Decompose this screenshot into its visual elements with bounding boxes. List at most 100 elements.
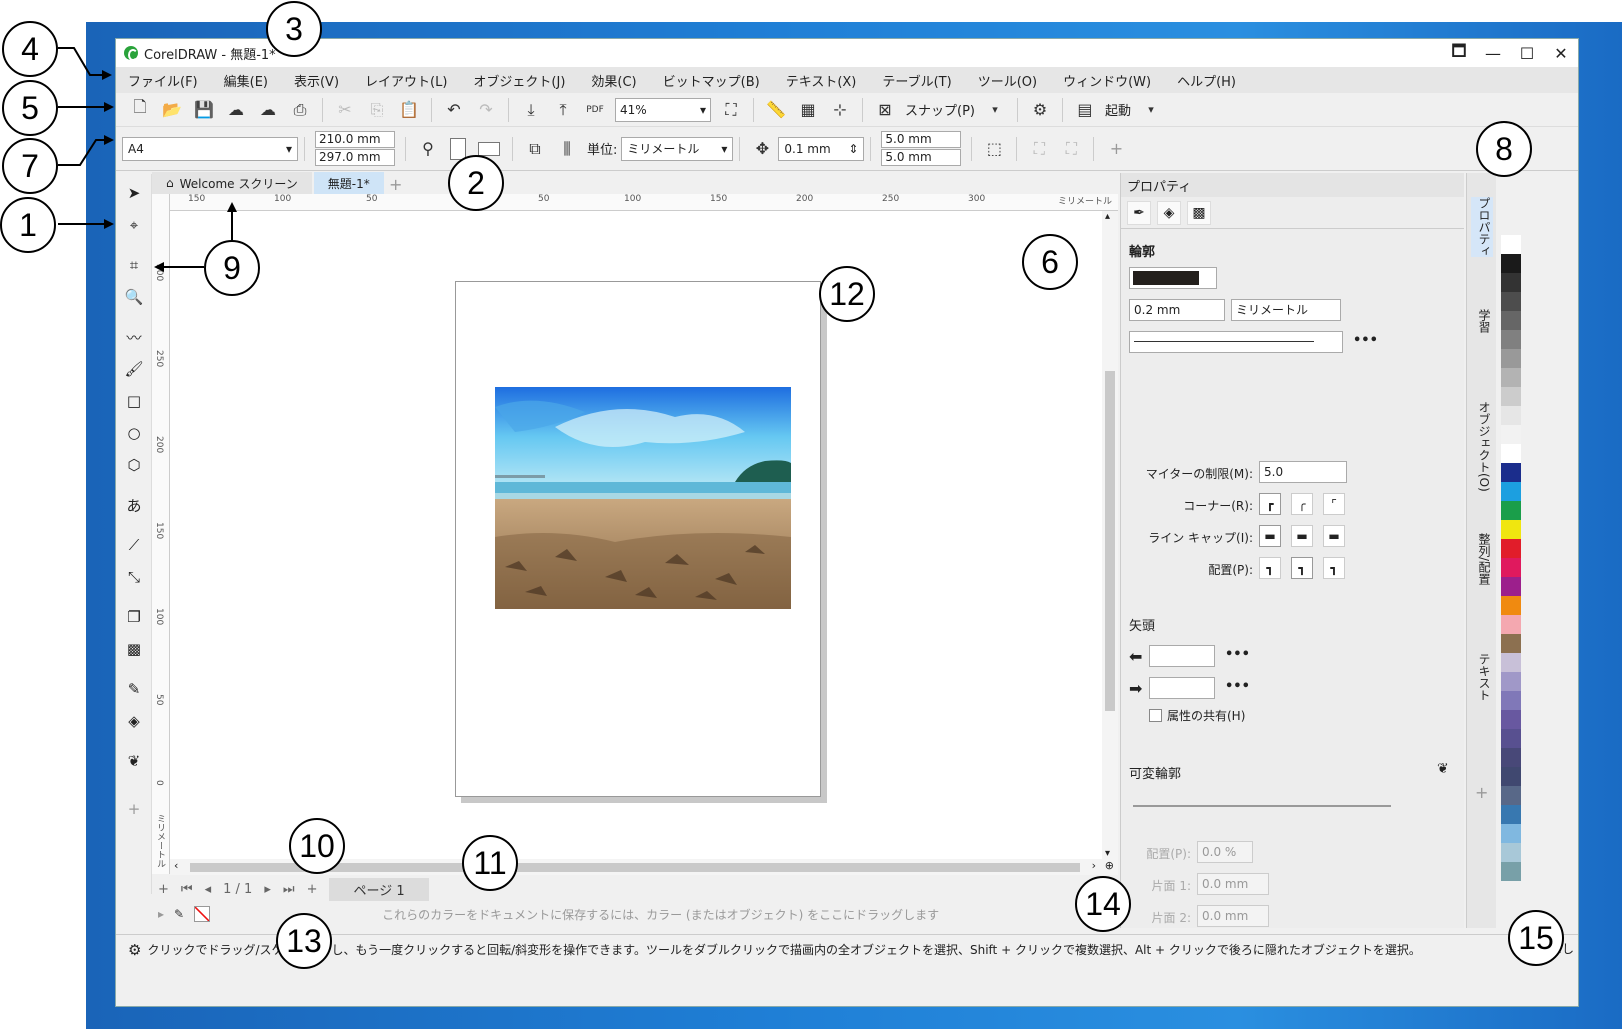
outline-width-field[interactable]: 0.2 mm <box>1129 299 1225 321</box>
launch-button[interactable]: 起動 <box>1105 100 1131 119</box>
show-rulers-icon[interactable]: 📏 <box>765 99 787 121</box>
scroll-right-icon[interactable]: › <box>1092 859 1096 872</box>
color-swatch[interactable] <box>1501 539 1521 558</box>
color-swatch[interactable] <box>1501 425 1521 444</box>
variable-outline-slider[interactable] <box>1133 805 1391 807</box>
menu-table[interactable]: テーブル(T) <box>882 71 951 90</box>
text-tool-icon[interactable]: あ <box>123 494 145 516</box>
side2-field[interactable]: 0.0 mm <box>1197 905 1269 927</box>
menu-effects[interactable]: 効果(C) <box>591 71 636 90</box>
all-pages-icon[interactable]: ⧉ <box>524 138 546 160</box>
transparency-icon[interactable]: ▩ <box>1187 200 1211 225</box>
menu-edit[interactable]: 編集(E) <box>224 71 268 90</box>
current-page-size-icon[interactable]: ⚲ <box>417 138 439 160</box>
side1-field[interactable]: 0.0 mm <box>1197 873 1269 895</box>
restore-icon[interactable]: 🗖 <box>1442 40 1476 67</box>
transparency-tool-icon[interactable]: ▩ <box>123 638 145 660</box>
edit-anchor-icon[interactable]: ⛶ <box>1028 138 1050 160</box>
position-inside-button[interactable]: ┓ <box>1323 557 1345 579</box>
miter-limit-field[interactable]: 5.0 <box>1259 461 1347 483</box>
new-tab-icon[interactable]: + <box>386 175 406 194</box>
maximize-button[interactable]: ☐ <box>1510 44 1544 63</box>
cut-icon[interactable]: ✂ <box>334 99 356 121</box>
color-swatch[interactable] <box>1501 805 1521 824</box>
more-options-icon[interactable]: ••• <box>1225 679 1250 694</box>
position-center-button[interactable]: ┓ <box>1291 557 1313 579</box>
drawing-page[interactable] <box>455 281 821 797</box>
outline-color-picker[interactable] <box>1129 267 1217 289</box>
vtab-learn[interactable]: 学習 <box>1471 309 1493 333</box>
paste-icon[interactable]: 📋 <box>398 99 420 121</box>
connector-tool-icon[interactable]: ⤡ <box>123 566 145 588</box>
menu-file[interactable]: ファイル(F) <box>128 71 198 90</box>
polygon-tool-icon[interactable]: ⬡ <box>123 454 145 476</box>
outline-units-dropdown[interactable]: ミリメートル <box>1231 299 1341 321</box>
color-swatch[interactable] <box>1501 596 1521 615</box>
menu-bitmap[interactable]: ビットマップ(B) <box>663 71 760 90</box>
artistic-media-tool-icon[interactable]: 🖌 <box>123 358 145 380</box>
export-icon[interactable]: ⤒ <box>552 99 574 121</box>
var-position-field[interactable]: 0.0 % <box>1197 841 1253 863</box>
color-swatch[interactable] <box>1501 653 1521 672</box>
ellipse-tool-icon[interactable]: ○ <box>123 422 145 444</box>
chevron-down-icon[interactable]: ▾ <box>984 99 1006 121</box>
freehand-tool-icon[interactable]: 〰 <box>123 326 145 348</box>
portrait-orientation-button[interactable] <box>450 137 466 160</box>
vertical-scrollbar[interactable]: ▴ ▾ <box>1102 211 1118 859</box>
page-size-dropdown[interactable]: A4 ▾ <box>122 136 298 161</box>
color-swatch[interactable] <box>1501 767 1521 786</box>
color-swatch[interactable] <box>1501 349 1521 368</box>
horizontal-ruler[interactable]: 150 100 50 50 100 150 200 250 300 ミリメートル <box>170 194 1118 211</box>
add-docker-icon[interactable]: + <box>1475 783 1488 802</box>
page-width-field[interactable]: 210.0 mm <box>315 131 395 148</box>
undo-icon[interactable]: ↶ <box>443 99 465 121</box>
color-swatch[interactable] <box>1501 387 1521 406</box>
tab-welcome-screen[interactable]: ⌂ Welcome スクリーン <box>152 172 312 194</box>
color-swatch[interactable] <box>1501 273 1521 292</box>
color-swatch[interactable] <box>1501 577 1521 596</box>
smart-fill-tool-icon[interactable]: ❦ <box>123 750 145 772</box>
menu-object[interactable]: オブジェクト(J) <box>473 71 565 90</box>
new-document-icon[interactable]: 🗋 <box>129 97 151 121</box>
launch-icon[interactable]: ▤ <box>1074 99 1096 121</box>
color-swatch[interactable] <box>1501 615 1521 634</box>
tab-untitled-document[interactable]: 無題-1* <box>313 172 384 194</box>
menu-tools[interactable]: ツール(O) <box>978 71 1037 90</box>
landscape-orientation-button[interactable] <box>478 141 500 156</box>
color-swatch[interactable] <box>1501 862 1521 881</box>
share-attributes-checkbox[interactable] <box>1149 709 1162 722</box>
color-swatch[interactable] <box>1501 710 1521 729</box>
cloud-upload-icon[interactable]: ☁ <box>257 99 279 121</box>
full-screen-preview-icon[interactable]: ⛶ <box>720 99 742 121</box>
crop-tool-icon[interactable]: ⌗ <box>123 254 145 276</box>
color-swatch[interactable] <box>1501 786 1521 805</box>
print-icon[interactable]: ⎙ <box>289 99 311 121</box>
color-swatch[interactable] <box>1501 311 1521 330</box>
snap-off-icon[interactable]: ⊠ <box>874 99 896 121</box>
open-icon[interactable]: 📂 <box>161 99 183 121</box>
vertical-ruler[interactable]: 300 250 200 150 100 50 0 ミリメートル <box>152 194 170 874</box>
close-button[interactable]: ✕ <box>1544 44 1578 63</box>
pick-tool-icon[interactable]: ➤ <box>123 182 145 204</box>
beach-photo[interactable] <box>495 387 791 609</box>
next-page-icon[interactable]: ▸ <box>264 882 271 897</box>
rectangle-tool-icon[interactable]: □ <box>123 390 145 412</box>
scroll-up-icon[interactable]: ▴ <box>1105 211 1110 222</box>
duplicate-x-field[interactable]: 5.0 mm <box>881 131 962 148</box>
page-height-field[interactable]: 297.0 mm <box>315 149 395 166</box>
options-gear-icon[interactable]: ⚙ <box>1029 99 1051 121</box>
add-icon[interactable]: + <box>1105 138 1127 160</box>
color-swatch[interactable] <box>1501 330 1521 349</box>
color-eyedropper-tool-icon[interactable]: ✎ <box>123 678 145 700</box>
zoom-level-dropdown[interactable]: 41% ▾ <box>615 97 711 122</box>
vtab-align-distribute[interactable]: 整列/配置 <box>1471 533 1493 585</box>
units-dropdown[interactable]: ミリメートル ▾ <box>621 136 734 161</box>
menu-help[interactable]: ヘルプ(H) <box>1177 71 1236 90</box>
interactive-fill-tool-icon[interactable]: ◈ <box>123 710 145 732</box>
publish-pdf-icon[interactable]: PDF <box>584 99 606 121</box>
redo-icon[interactable]: ↷ <box>475 99 497 121</box>
add-page-before-icon[interactable]: + <box>158 882 169 897</box>
color-swatch[interactable] <box>1501 292 1521 311</box>
minimize-button[interactable]: — <box>1476 44 1510 63</box>
save-icon[interactable]: 💾 <box>193 99 215 121</box>
